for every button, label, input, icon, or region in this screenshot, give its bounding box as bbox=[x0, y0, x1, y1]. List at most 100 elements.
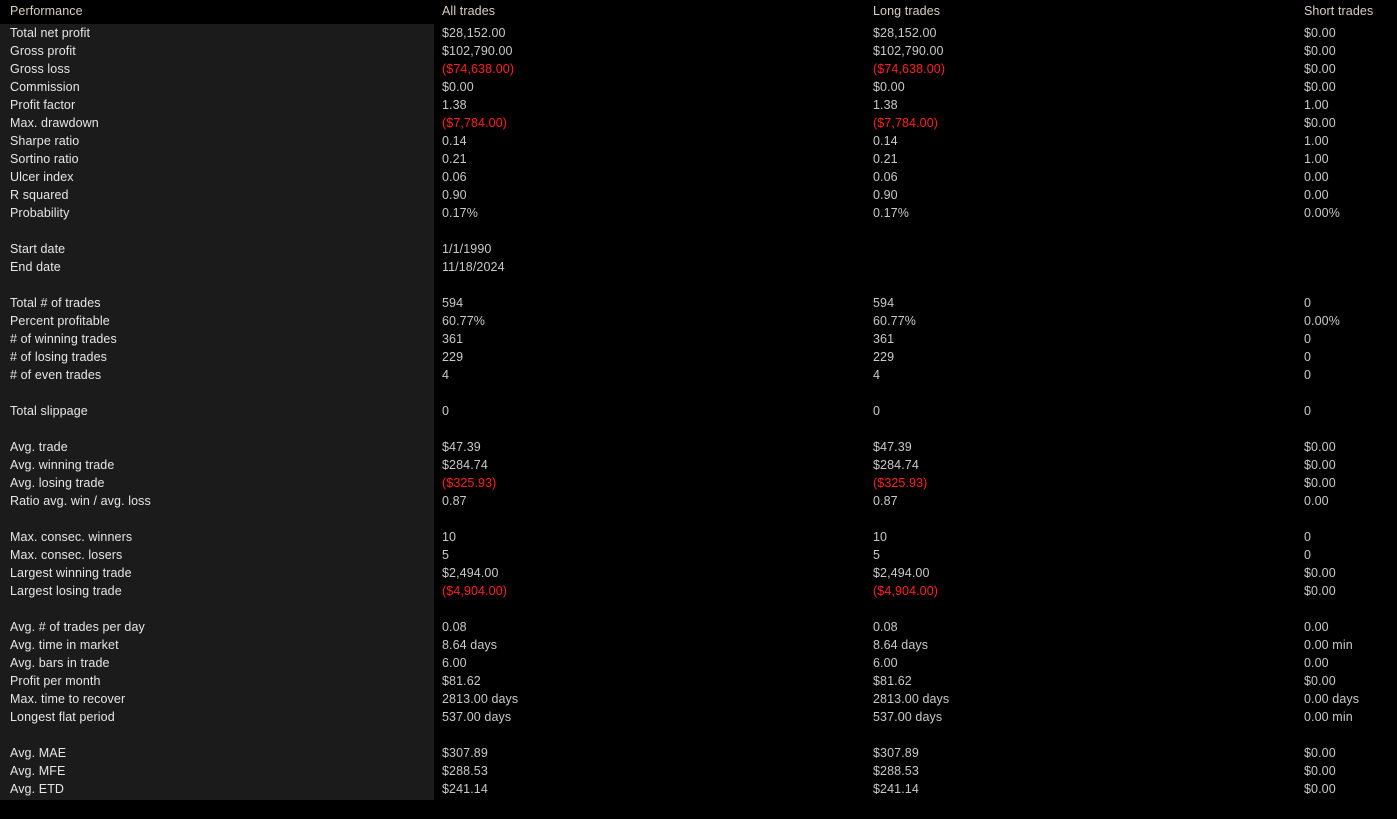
table-row[interactable]: Percent profitable 60.77% 60.77% 0.00% bbox=[0, 312, 1397, 330]
table-row[interactable]: R squared 0.90 0.90 0.00 bbox=[0, 186, 1397, 204]
value-short-trades: 0.00 bbox=[1304, 188, 1329, 202]
value-long-trades: 6.00 bbox=[873, 656, 898, 670]
table-row[interactable]: Max. drawdown ($7,784.00) ($7,784.00) $0.00 bbox=[0, 114, 1397, 132]
value-long-trades: $284.74 bbox=[873, 458, 919, 472]
value-all-trades: 10 bbox=[442, 530, 457, 544]
metric-label: Ratio avg. win / avg. loss bbox=[10, 494, 151, 508]
table-row[interactable]: Profit per month $81.62 $81.62 $0.00 bbox=[0, 672, 1397, 690]
metric-label: Avg. ETD bbox=[10, 782, 65, 796]
table-row[interactable]: Total # of trades 594 594 0 bbox=[0, 294, 1397, 312]
value-long-trades: ($74,638.00) bbox=[873, 62, 946, 76]
value-all-trades: $47.39 bbox=[442, 440, 481, 454]
value-all-trades: $307.89 bbox=[442, 746, 488, 760]
value-long-trades: 537.00 days bbox=[873, 710, 943, 724]
metric-label: Sortino ratio bbox=[10, 152, 79, 166]
table-row[interactable]: Profit factor 1.38 1.38 1.00 bbox=[0, 96, 1397, 114]
value-short-trades: 0 bbox=[1304, 350, 1312, 364]
value-long-trades: $0.00 bbox=[873, 80, 905, 94]
table-row[interactable]: Sortino ratio 0.21 0.21 1.00 bbox=[0, 150, 1397, 168]
value-all-trades: ($74,638.00) bbox=[442, 62, 515, 76]
table-row[interactable]: Avg. MAE $307.89 $307.89 $0.00 bbox=[0, 744, 1397, 762]
table-row[interactable]: Probability 0.17% 0.17% 0.00% bbox=[0, 204, 1397, 222]
table-row[interactable]: Avg. # of trades per day 0.08 0.08 0.00 bbox=[0, 618, 1397, 636]
metric-label: Gross loss bbox=[10, 62, 71, 76]
metric-label: Total net profit bbox=[10, 26, 91, 40]
metric-label: # of losing trades bbox=[10, 350, 107, 364]
table-row[interactable]: Gross profit $102,790.00 $102,790.00 $0.00 bbox=[0, 42, 1397, 60]
table-row[interactable]: # of even trades 4 4 0 bbox=[0, 366, 1397, 384]
table-row[interactable]: Avg. losing trade ($325.93) ($325.93) $0.00 bbox=[0, 474, 1397, 492]
metric-label: Start date bbox=[10, 242, 66, 256]
table-row[interactable]: Largest winning trade $2,494.00 $2,494.00 $… bbox=[0, 564, 1397, 582]
table-row[interactable]: Avg. bars in trade 6.00 6.00 0.00 bbox=[0, 654, 1397, 672]
table-header-row: Performance All trades Long trades Short… bbox=[0, 0, 1397, 24]
metric-label: Avg. MFE bbox=[10, 764, 66, 778]
column-header-performance[interactable]: Performance bbox=[10, 0, 83, 22]
metric-label: Longest flat period bbox=[10, 710, 115, 724]
table-row[interactable]: Avg. MFE $288.53 $288.53 $0.00 bbox=[0, 762, 1397, 780]
value-all-trades: 6.00 bbox=[442, 656, 467, 670]
metric-label: Largest winning trade bbox=[10, 566, 132, 580]
table-row[interactable]: Start date 1/1/1990 bbox=[0, 240, 1397, 258]
metric-label: Max. consec. winners bbox=[10, 530, 133, 544]
value-long-trades: 0.14 bbox=[873, 134, 898, 148]
value-long-trades: 4 bbox=[873, 368, 881, 382]
table-row[interactable]: Commission $0.00 $0.00 $0.00 bbox=[0, 78, 1397, 96]
value-all-trades: 0.21 bbox=[442, 152, 467, 166]
table-row[interactable]: Max. consec. winners 10 10 0 bbox=[0, 528, 1397, 546]
metric-label: Avg. trade bbox=[10, 440, 68, 454]
value-long-trades: $288.53 bbox=[873, 764, 919, 778]
column-header-short-trades[interactable]: Short trades bbox=[1304, 0, 1373, 22]
table-row[interactable]: Sharpe ratio 0.14 0.14 1.00 bbox=[0, 132, 1397, 150]
metric-label: Max. drawdown bbox=[10, 116, 99, 130]
value-short-trades: $0.00 bbox=[1304, 26, 1336, 40]
value-long-trades: 229 bbox=[873, 350, 895, 364]
value-short-trades: 1.00 bbox=[1304, 98, 1329, 112]
column-header-all-trades[interactable]: All trades bbox=[442, 0, 495, 22]
value-short-trades: 0.00% bbox=[1304, 314, 1340, 328]
table-row[interactable]: # of winning trades 361 361 0 bbox=[0, 330, 1397, 348]
value-all-trades: ($7,784.00) bbox=[442, 116, 508, 130]
table-row[interactable]: End date 11/18/2024 bbox=[0, 258, 1397, 276]
value-short-trades: 0.00 bbox=[1304, 620, 1329, 634]
table-row[interactable]: Ulcer index 0.06 0.06 0.00 bbox=[0, 168, 1397, 186]
column-header-long-trades[interactable]: Long trades bbox=[873, 0, 940, 22]
table-spacer-row bbox=[0, 726, 1397, 744]
value-short-trades: 0.00 min bbox=[1304, 638, 1353, 652]
value-short-trades: 0.00 bbox=[1304, 170, 1329, 184]
metric-label: Ulcer index bbox=[10, 170, 74, 184]
metric-label: Probability bbox=[10, 206, 70, 220]
value-all-trades: 0 bbox=[442, 404, 450, 418]
value-long-trades: 2813.00 days bbox=[873, 692, 950, 706]
value-all-trades: 594 bbox=[442, 296, 464, 310]
table-row[interactable]: Avg. time in market 8.64 days 8.64 days 0.0… bbox=[0, 636, 1397, 654]
table-row[interactable]: # of losing trades 229 229 0 bbox=[0, 348, 1397, 366]
metric-label: Avg. winning trade bbox=[10, 458, 115, 472]
table-row[interactable]: Total net profit $28,152.00 $28,152.00 $0.0… bbox=[0, 24, 1397, 42]
table-row[interactable]: Avg. winning trade $284.74 $284.74 $0.00 bbox=[0, 456, 1397, 474]
value-long-trades: 1.38 bbox=[873, 98, 898, 112]
value-short-trades: $0.00 bbox=[1304, 458, 1336, 472]
table-row[interactable]: Largest losing trade ($4,904.00) ($4,904.0… bbox=[0, 582, 1397, 600]
metric-label: Avg. MAE bbox=[10, 746, 67, 760]
table-row[interactable]: Gross loss ($74,638.00) ($74,638.00) $0.00 bbox=[0, 60, 1397, 78]
metric-label: Avg. time in market bbox=[10, 638, 119, 652]
performance-summary-report: Performance All trades Long trades Short… bbox=[0, 0, 1397, 819]
value-long-trades: 0.08 bbox=[873, 620, 898, 634]
table-row[interactable]: Avg. ETD $241.14 $241.14 $0.00 bbox=[0, 780, 1397, 798]
value-short-trades: $0.00 bbox=[1304, 782, 1336, 796]
metric-label: Profit factor bbox=[10, 98, 76, 112]
table-row[interactable]: Longest flat period 537.00 days 537.00 day… bbox=[0, 708, 1397, 726]
value-short-trades: 0.00 bbox=[1304, 656, 1329, 670]
table-row[interactable]: Max. consec. losers 5 5 0 bbox=[0, 546, 1397, 564]
value-short-trades: 0 bbox=[1304, 548, 1312, 562]
table-row[interactable]: Total slippage 0 0 0 bbox=[0, 402, 1397, 420]
value-short-trades: 0.00 days bbox=[1304, 692, 1360, 706]
table-row[interactable]: Max. time to recover 2813.00 days 2813.00 … bbox=[0, 690, 1397, 708]
table-row[interactable]: Ratio avg. win / avg. loss 0.87 0.87 0.00 bbox=[0, 492, 1397, 510]
metric-label: Commission bbox=[10, 80, 80, 94]
table-row[interactable]: Avg. trade $47.39 $47.39 $0.00 bbox=[0, 438, 1397, 456]
value-all-trades: $81.62 bbox=[442, 674, 481, 688]
value-long-trades: ($7,784.00) bbox=[873, 116, 939, 130]
value-all-trades: 229 bbox=[442, 350, 464, 364]
